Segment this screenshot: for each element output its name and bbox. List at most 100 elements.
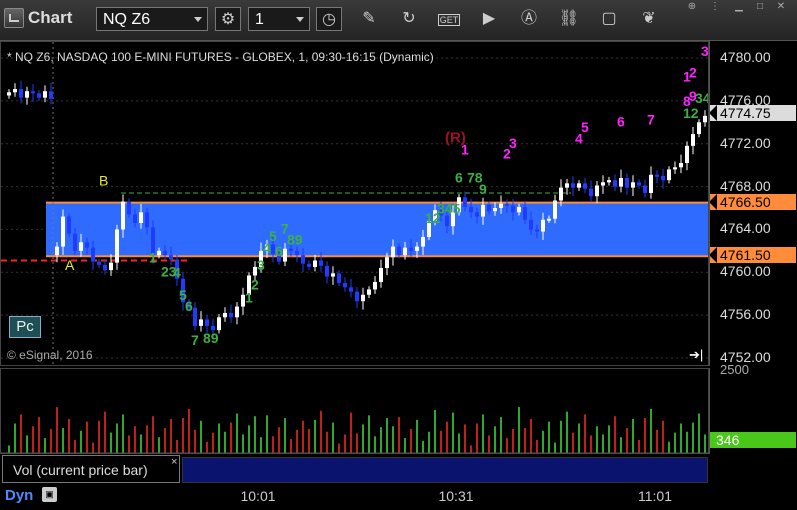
zone-low-tag: 4761.50 — [710, 247, 796, 264]
price-bar-body — [205, 319, 209, 326]
setup-count-label: 1 — [149, 250, 157, 266]
comment-button[interactable]: ▢ — [596, 7, 622, 31]
setup-count-label: 2 — [689, 64, 697, 80]
price-bar-body — [103, 264, 107, 271]
price-bar-body — [289, 248, 293, 251]
link-icon: ⛓ — [558, 10, 580, 27]
study-tab-volume[interactable]: Vol (current price bar) — [2, 455, 180, 483]
close-icon[interactable]: × — [171, 456, 177, 468]
price-bar-body — [547, 218, 551, 221]
price-bar-body — [565, 183, 569, 188]
price-bar-body — [391, 246, 395, 258]
minimize-icon[interactable]: ▁ — [732, 1, 746, 13]
study-tab-bar[interactable] — [182, 457, 708, 483]
volume-pane[interactable] — [0, 368, 710, 454]
interval-settings-button[interactable]: ⚙ — [215, 7, 241, 31]
setup-count-label: 89 — [203, 330, 219, 346]
interval-input[interactable]: 1 — [248, 7, 310, 31]
overflow-icon[interactable]: ⋮ — [708, 1, 722, 13]
price-bar-body — [193, 307, 197, 326]
time-label: 10:31 — [438, 488, 474, 504]
jump-to-end-icon[interactable]: ➔| — [689, 347, 703, 363]
label-b: B — [99, 173, 108, 189]
get-button[interactable]: GET — [436, 7, 462, 31]
app-title: Chart — [4, 8, 72, 28]
link-button[interactable]: ⛓ — [556, 7, 582, 31]
price-bar-body — [331, 273, 335, 277]
setup-count-label: 4 — [173, 265, 181, 281]
price-bar-body — [295, 250, 299, 256]
price-bar-body — [307, 263, 311, 267]
clock-icon: ◷ — [322, 11, 336, 28]
price-bar-body — [679, 163, 683, 168]
price-bar-body — [535, 229, 539, 232]
chart-app-icon — [4, 8, 24, 28]
refresh-button[interactable]: ↻ — [396, 7, 422, 31]
price-axis-label: 4756.00 — [720, 306, 771, 323]
price-bar-body — [541, 219, 545, 232]
refresh-icon: ↻ — [402, 10, 416, 27]
price-bar-body — [127, 201, 131, 215]
price-bar-body — [559, 187, 563, 201]
price-bar-body — [163, 250, 167, 256]
price-bar-body — [595, 185, 599, 197]
price-bar-body — [487, 204, 491, 212]
price-bar-body — [79, 242, 83, 251]
folder-icon[interactable]: ▣ — [42, 487, 57, 502]
price-bar-body — [475, 212, 479, 217]
price-bar-body — [337, 273, 341, 283]
maximize-icon[interactable]: □ — [753, 1, 767, 13]
time-label: 10:01 — [240, 488, 276, 504]
price-bar-body — [73, 233, 77, 251]
volume-svg — [1, 407, 710, 454]
price-bar-body — [43, 91, 47, 98]
twitter-icon: ❦ — [642, 10, 656, 27]
pc-badge[interactable]: Pc — [9, 316, 41, 338]
price-axis[interactable]: 4780.00 4776.00 4772.00 4768.00 4764.00 4760.… — [709, 41, 797, 366]
price-chart-pane[interactable]: B A (R) 1 23 4 5 6 7 89 1 2 3 4 5 6 7 89 12 345 6 78 9 1 2 3 4 5 6 7 1… — [0, 41, 709, 366]
price-bar-body — [685, 145, 689, 163]
price-bar-body — [361, 294, 365, 302]
twitter-button[interactable]: ❦ — [636, 7, 662, 31]
alert-button[interactable]: Ⓐ — [516, 7, 542, 31]
comment-icon: ▢ — [601, 10, 617, 27]
setup-count-label: 89 — [287, 231, 303, 247]
current-price-tag: 4774.75 — [710, 105, 796, 122]
price-bar-body — [343, 283, 347, 288]
chevron-down-icon[interactable] — [194, 17, 202, 22]
price-bar-body — [667, 169, 671, 181]
price-bar-body — [319, 260, 323, 266]
chevron-down-icon[interactable] — [296, 17, 304, 22]
replay-button[interactable]: ▶ — [476, 7, 502, 31]
price-bar-body — [571, 183, 575, 188]
setup-count-label: 9 — [689, 88, 697, 104]
price-bar-body — [529, 219, 533, 230]
volume-current-tag: 346 — [710, 432, 796, 448]
price-bar-body — [379, 268, 383, 282]
price-bar-body — [697, 122, 701, 135]
price-bar-body — [673, 167, 677, 170]
price-bar-body — [499, 203, 503, 208]
volume-axis[interactable]: 2500 346 — [709, 362, 797, 454]
pin-icon[interactable]: ⊕ — [685, 1, 699, 13]
price-bar-body — [469, 206, 473, 213]
copyright-text: © eSignal, 2016 — [7, 348, 93, 362]
price-axis-label: 4768.00 — [720, 177, 771, 194]
price-bar-body — [367, 289, 371, 295]
price-bar-body — [655, 174, 659, 177]
setup-count-label: 6 — [275, 243, 283, 259]
price-bar-body — [355, 291, 359, 302]
time-axis[interactable]: Dyn ▣ 10:01 10:31 11:01 — [0, 484, 797, 510]
price-bar-body — [631, 182, 635, 188]
study-tab-label: Vol (current price bar) — [13, 462, 148, 478]
setup-count-label: 5 — [581, 119, 589, 135]
draw-tool-button[interactable]: ✎ — [356, 7, 382, 31]
price-bar-body — [199, 319, 203, 326]
price-bar-body — [133, 214, 137, 223]
price-bar-body — [19, 89, 23, 98]
symbol-input[interactable]: NQ Z6 — [96, 7, 208, 31]
dynamic-mode-label[interactable]: Dyn — [5, 487, 33, 504]
price-bar-body — [661, 175, 665, 181]
close-icon[interactable]: ✕ — [774, 1, 788, 13]
time-template-button[interactable]: ◷ — [316, 7, 342, 31]
